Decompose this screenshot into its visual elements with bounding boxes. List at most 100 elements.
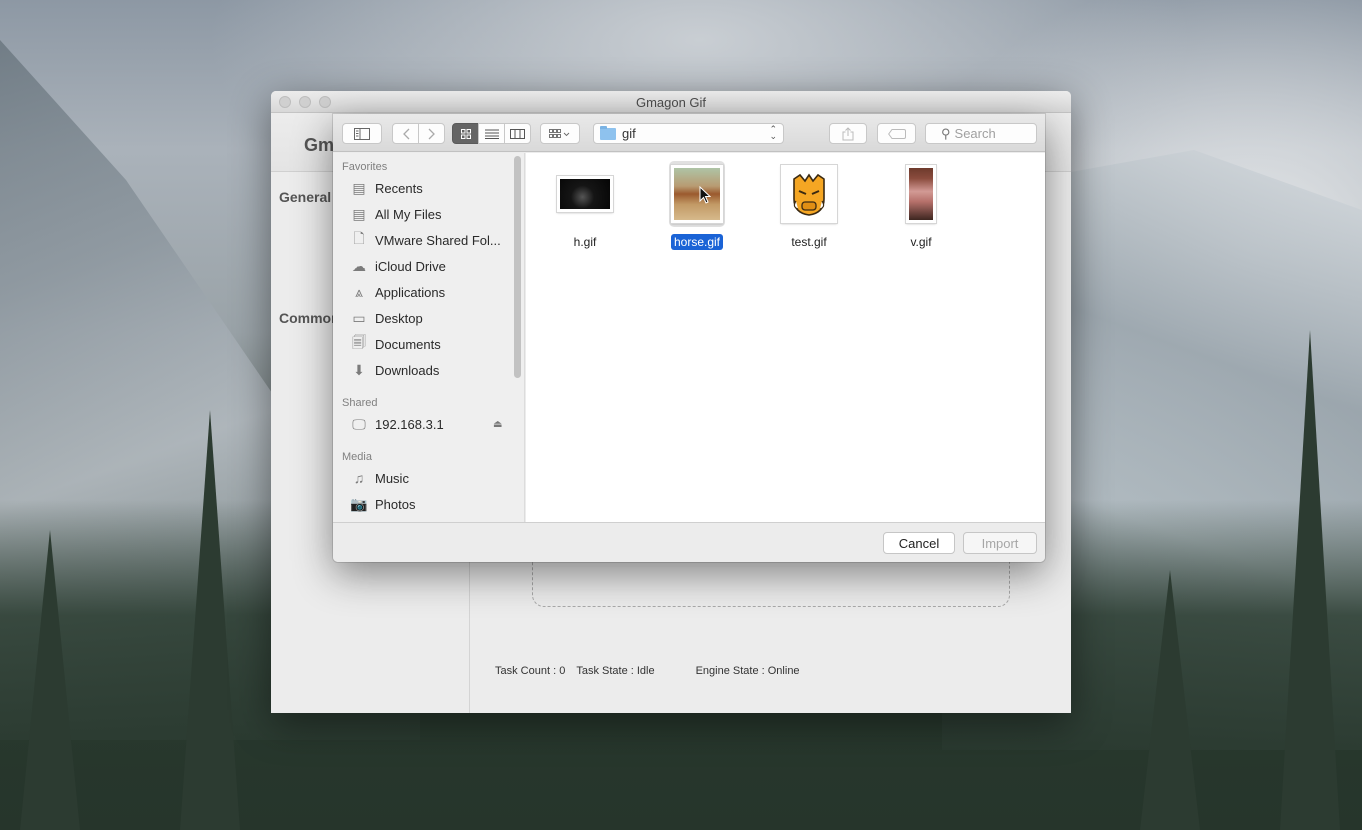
column-view-button[interactable] xyxy=(504,123,531,144)
share-icon xyxy=(842,126,854,140)
thumbnail-frame xyxy=(781,161,837,227)
dialog-sidebar: Favorites ▤ Recents ▤ All My Files 🗋 VMw… xyxy=(333,153,525,522)
file-item-horse-gif[interactable]: horse.gif xyxy=(652,161,742,251)
wallpaper-tree xyxy=(20,530,80,830)
music-icon: ♫ xyxy=(353,470,365,486)
sidebar-item-label: 192.168.3.1 xyxy=(375,416,444,432)
location-popup[interactable]: gif ⌃ ⌄ xyxy=(593,123,784,144)
share-button[interactable] xyxy=(829,123,867,144)
list-view-button[interactable] xyxy=(478,123,505,144)
sidebar-item-documents[interactable]: 🗐 Documents xyxy=(350,333,510,355)
mouse-cursor-icon xyxy=(699,186,711,204)
folder-icon xyxy=(600,125,616,140)
wallpaper-tree xyxy=(1140,570,1200,830)
column-view-icon xyxy=(510,128,525,139)
task-count: Task Count : 0 xyxy=(495,665,566,677)
thumbnail-image xyxy=(674,168,720,220)
view-mode-control xyxy=(452,123,531,144)
icon-view-button[interactable] xyxy=(452,123,479,144)
sidebar-item-applications[interactable]: ⩓ Applications xyxy=(350,281,510,303)
back-button[interactable] xyxy=(392,123,419,144)
file-item-v-gif[interactable]: v.gif xyxy=(876,161,966,251)
window-title: Gmagon Gif xyxy=(635,95,707,110)
recents-icon: ▤ xyxy=(352,179,366,196)
section-common[interactable]: Commor xyxy=(279,310,337,326)
sidebar-item-label: Music xyxy=(375,470,409,486)
documents-icon: 🗐 xyxy=(352,334,366,350)
dialog-footer: Cancel Import xyxy=(333,522,1045,562)
grunt-boar-icon xyxy=(793,173,825,216)
sidebar-item-label: iCloud Drive xyxy=(375,258,446,274)
file-thumbnail xyxy=(906,165,936,223)
desktop-icon: ▭ xyxy=(352,309,366,326)
sidebar-item-label: Applications xyxy=(375,284,446,300)
tag-button[interactable] xyxy=(877,123,916,144)
sidebar-item-label: Recents xyxy=(375,180,423,196)
file-browser: h.gif horse.gif test.gif v.gif xyxy=(526,153,1045,522)
sidebar-item-icloud-drive[interactable]: ☁ iCloud Drive xyxy=(350,255,510,277)
applications-icon: ⩓ xyxy=(355,283,363,300)
sidebar-item-photos[interactable]: 📷 Photos xyxy=(350,493,510,515)
sidebar-item-server[interactable]: 🖵 192.168.3.1 xyxy=(350,413,510,435)
engine-state: Engine State : Online xyxy=(695,665,800,677)
media-heading: Media xyxy=(342,451,372,463)
wallpaper-tree xyxy=(1280,330,1340,830)
sidebar-toggle-button[interactable] xyxy=(342,123,382,144)
icon-view-icon xyxy=(460,128,471,139)
arrange-grid-icon xyxy=(549,128,570,138)
arrange-menu-button[interactable] xyxy=(540,123,580,144)
section-general[interactable]: General xyxy=(279,189,331,205)
chevron-left-icon xyxy=(402,128,409,139)
shared-heading: Shared xyxy=(342,397,378,409)
sidebar-item-label: All My Files xyxy=(375,206,442,222)
sidebar-item-desktop[interactable]: ▭ Desktop xyxy=(350,307,510,329)
camera-icon: 📷 xyxy=(350,495,368,512)
thumbnail-image xyxy=(560,179,610,209)
updown-chevron-icon: ⌃ ⌄ xyxy=(769,124,777,141)
cloud-icon: ☁ xyxy=(352,257,366,274)
forward-button[interactable] xyxy=(418,123,445,144)
file-name: v.gif xyxy=(910,235,932,249)
app-titlebar: Gmagon Gif xyxy=(271,91,1071,113)
sidebar-item-vmware-shared-folders[interactable]: 🗋 VMware Shared Fol... xyxy=(350,229,510,251)
sidebar-scrollbar[interactable] xyxy=(514,156,521,378)
open-file-dialog: gif ⌃ ⌄ ⚲ Search Favorites ▤ Recents ▤ Al… xyxy=(333,114,1045,562)
downloads-icon: ⬇ xyxy=(353,361,365,378)
list-view-icon xyxy=(484,129,499,139)
navigation-buttons xyxy=(392,123,445,144)
cancel-button[interactable]: Cancel xyxy=(883,532,955,554)
sidebar-item-music[interactable]: ♫ Music xyxy=(350,467,510,489)
sidebar-item-label: VMware Shared Fol... xyxy=(375,232,501,248)
file-name: horse.gif xyxy=(652,234,742,250)
status-bar: Task Count : 0 Task State : Idle Engine … xyxy=(495,665,811,677)
dialog-toolbar: gif ⌃ ⌄ ⚲ Search xyxy=(333,114,1045,152)
task-state: Task State : Idle xyxy=(576,665,655,677)
thumbnail-frame xyxy=(893,161,949,227)
search-input[interactable]: ⚲ Search xyxy=(925,123,1037,144)
eject-icon[interactable]: ⏏ xyxy=(493,419,502,430)
file-name: test.gif xyxy=(791,235,827,249)
location-label: gif xyxy=(622,126,636,141)
sidebar-item-recents[interactable]: ▤ Recents xyxy=(350,177,510,199)
file-thumbnail xyxy=(781,165,837,223)
sidebar-item-label: Downloads xyxy=(375,362,440,378)
sidebar-item-label: Desktop xyxy=(375,310,423,326)
tag-icon xyxy=(887,128,906,139)
sidebar-icon xyxy=(354,127,370,140)
all-files-icon: ▤ xyxy=(352,205,366,222)
sidebar-item-downloads[interactable]: ⬇ Downloads xyxy=(350,359,510,381)
search-icon: ⚲ xyxy=(941,125,951,141)
file-item-test-gif[interactable]: test.gif xyxy=(764,161,854,251)
file-name: h.gif xyxy=(573,235,597,249)
thumbnail-frame-selected xyxy=(669,161,725,227)
sidebar-item-label: Photos xyxy=(375,496,416,512)
file-item-h-gif[interactable]: h.gif xyxy=(540,161,630,251)
favorites-heading: Favorites xyxy=(342,161,388,173)
wallpaper-tree xyxy=(180,410,240,830)
search-placeholder: Search xyxy=(954,126,996,141)
sidebar-item-all-my-files[interactable]: ▤ All My Files xyxy=(350,203,510,225)
sidebar-item-label: Documents xyxy=(375,336,441,352)
monitor-icon: 🖵 xyxy=(352,415,366,432)
document-icon: 🗋 xyxy=(353,230,365,246)
import-button[interactable]: Import xyxy=(963,532,1037,554)
